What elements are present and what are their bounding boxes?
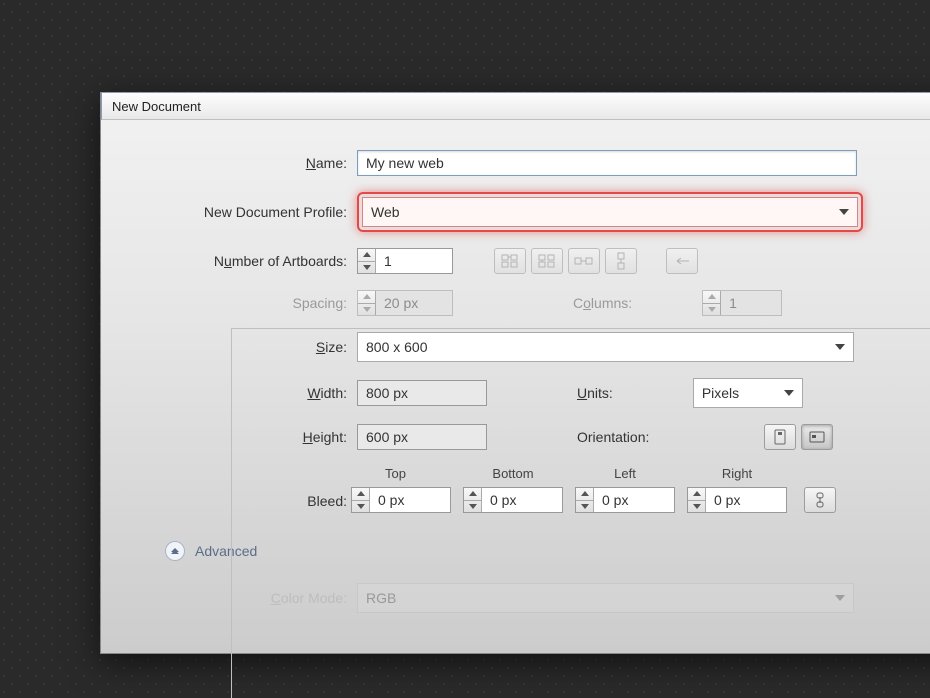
width-value: 800 px bbox=[358, 381, 486, 405]
bleed-top-value: 0 px bbox=[370, 488, 450, 512]
arrange-row-icon[interactable] bbox=[568, 248, 600, 274]
spacing-label: Spacing: bbox=[125, 295, 357, 311]
rtl-arrange-icon[interactable] bbox=[666, 248, 698, 274]
bleed-left-spinner[interactable]: 0 px bbox=[575, 487, 675, 513]
width-field[interactable]: 800 px bbox=[357, 380, 487, 406]
color-mode-label: Color Mode: bbox=[125, 590, 357, 606]
grid-by-column-icon[interactable] bbox=[531, 248, 563, 274]
units-value: Pixels bbox=[702, 385, 739, 401]
spin-down[interactable] bbox=[358, 261, 375, 274]
units-dropdown[interactable]: Pixels bbox=[693, 378, 803, 408]
spinner-buttons[interactable] bbox=[358, 249, 376, 273]
name-label: Name: bbox=[125, 155, 357, 171]
spacing-value: 20 px bbox=[376, 291, 452, 315]
profile-value: Web bbox=[371, 204, 400, 220]
columns-spinner: 1 bbox=[702, 290, 782, 316]
spinner-buttons[interactable] bbox=[688, 488, 706, 512]
width-label: Width: bbox=[125, 385, 357, 401]
window-title: New Document bbox=[112, 99, 201, 114]
bleed-left-header: Left bbox=[614, 466, 636, 481]
caret-down-icon bbox=[835, 595, 845, 601]
orientation-portrait-button[interactable] bbox=[764, 424, 796, 450]
bleed-right-spinner[interactable]: 0 px bbox=[687, 487, 787, 513]
spin-up[interactable] bbox=[358, 249, 375, 261]
columns-value: 1 bbox=[721, 291, 781, 315]
spinner-buttons[interactable] bbox=[464, 488, 482, 512]
bleed-right-value: 0 px bbox=[706, 488, 786, 512]
columns-label: Columns: bbox=[573, 295, 652, 311]
spinner-buttons bbox=[703, 291, 721, 315]
dialog-content: Name: New Document Profile: Web Number o… bbox=[101, 120, 930, 653]
spinner-buttons[interactable] bbox=[576, 488, 594, 512]
bleed-left-value: 0 px bbox=[594, 488, 674, 512]
bleed-top-header: Top bbox=[385, 466, 406, 481]
titlebar[interactable]: New Document bbox=[101, 92, 930, 120]
orientation-landscape-button[interactable] bbox=[801, 424, 833, 450]
artboards-value: 1 bbox=[376, 249, 452, 273]
bleed-right-header: Right bbox=[722, 466, 752, 481]
advanced-toggle[interactable]: Advanced bbox=[165, 541, 930, 561]
profile-dropdown[interactable]: Web bbox=[362, 197, 858, 227]
color-mode-dropdown[interactable]: RGB bbox=[357, 583, 854, 613]
orientation-label: Orientation: bbox=[577, 429, 659, 445]
caret-down-icon bbox=[839, 209, 849, 215]
artboards-spinner[interactable]: 1 bbox=[357, 248, 453, 274]
height-value: 600 px bbox=[358, 425, 486, 449]
caret-down-icon bbox=[784, 390, 794, 396]
spacing-spinner: 20 px bbox=[357, 290, 453, 316]
arrange-column-icon[interactable] bbox=[605, 248, 637, 274]
spinner-buttons bbox=[358, 291, 376, 315]
height-label: Height: bbox=[125, 429, 357, 445]
grid-by-row-icon[interactable] bbox=[494, 248, 526, 274]
bleed-top-spinner[interactable]: 0 px bbox=[351, 487, 451, 513]
link-bleed-button[interactable] bbox=[804, 487, 836, 513]
bleed-bottom-spinner[interactable]: 0 px bbox=[463, 487, 563, 513]
spinner-buttons[interactable] bbox=[352, 488, 370, 512]
color-mode-value: RGB bbox=[366, 590, 396, 606]
artboards-label: Number of Artboards: bbox=[125, 253, 357, 269]
profile-label: New Document Profile: bbox=[125, 204, 357, 220]
bleed-bottom-value: 0 px bbox=[482, 488, 562, 512]
size-value: 800 x 600 bbox=[366, 339, 428, 355]
bleed-label: Bleed: bbox=[125, 493, 357, 513]
profile-highlight: Web bbox=[357, 192, 863, 232]
size-dropdown[interactable]: 800 x 600 bbox=[357, 332, 854, 362]
advanced-label: Advanced bbox=[195, 543, 257, 559]
units-label: Units: bbox=[577, 385, 623, 401]
new-document-dialog: New Document Name: New Document Profile:… bbox=[100, 92, 930, 654]
size-label: Size: bbox=[125, 339, 357, 355]
name-input[interactable] bbox=[357, 150, 857, 176]
caret-down-icon bbox=[835, 344, 845, 350]
bleed-bottom-header: Bottom bbox=[492, 466, 533, 481]
chevron-up-icon bbox=[165, 541, 185, 561]
height-field[interactable]: 600 px bbox=[357, 424, 487, 450]
